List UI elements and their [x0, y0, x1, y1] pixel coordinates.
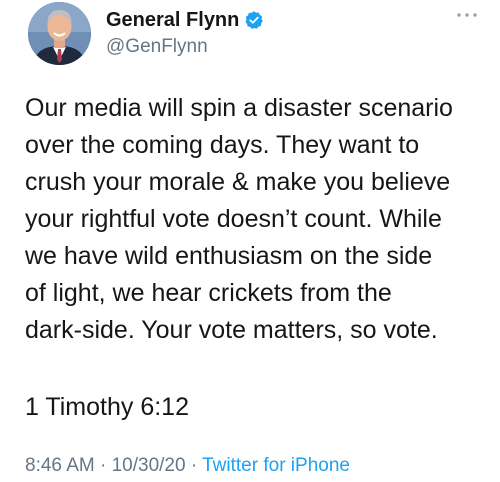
- tweet-verse: 1 Timothy 6:12: [25, 393, 189, 421]
- tweet-card: General Flynn @GenFlynn Our media will s…: [0, 0, 500, 482]
- tweet-body-line: your rightful vote doesn’t count. While: [25, 205, 442, 233]
- tweet-body-line: of light, we hear crickets from the: [25, 279, 392, 307]
- tweet-body-line: crush your morale & make you believe: [25, 168, 451, 196]
- verified-badge-icon: [245, 11, 264, 29]
- tweet-body-line: Our media will spin a disaster scenario: [25, 94, 453, 122]
- avatar[interactable]: [28, 2, 91, 65]
- profile-avatar-image: [28, 2, 91, 65]
- tweet-body-line: we have wild enthusiasm on the side: [25, 242, 433, 270]
- meta-separator: ·: [185, 455, 203, 476]
- tweet-date[interactable]: 10/30/20: [112, 455, 186, 476]
- author-handle[interactable]: @GenFlynn: [106, 36, 208, 58]
- author-name-row[interactable]: General Flynn: [106, 7, 264, 33]
- more-options-icon[interactable]: [456, 10, 478, 20]
- tweet-time[interactable]: 8:46 AM: [25, 455, 95, 476]
- author-display-name[interactable]: General Flynn: [106, 9, 239, 32]
- tweet-body-line: dark-side. Your vote matters, so vote.: [25, 316, 438, 344]
- meta-separator: ·: [94, 455, 112, 476]
- tweet-meta: 8:46 AM · 10/30/20 · Twitter for iPhone: [25, 455, 350, 477]
- tweet-body-line: over the coming days. They want to: [25, 131, 420, 159]
- tweet-source-link[interactable]: Twitter for iPhone: [202, 455, 350, 476]
- tweet-body: Our media will spin a disaster scenario …: [25, 90, 495, 349]
